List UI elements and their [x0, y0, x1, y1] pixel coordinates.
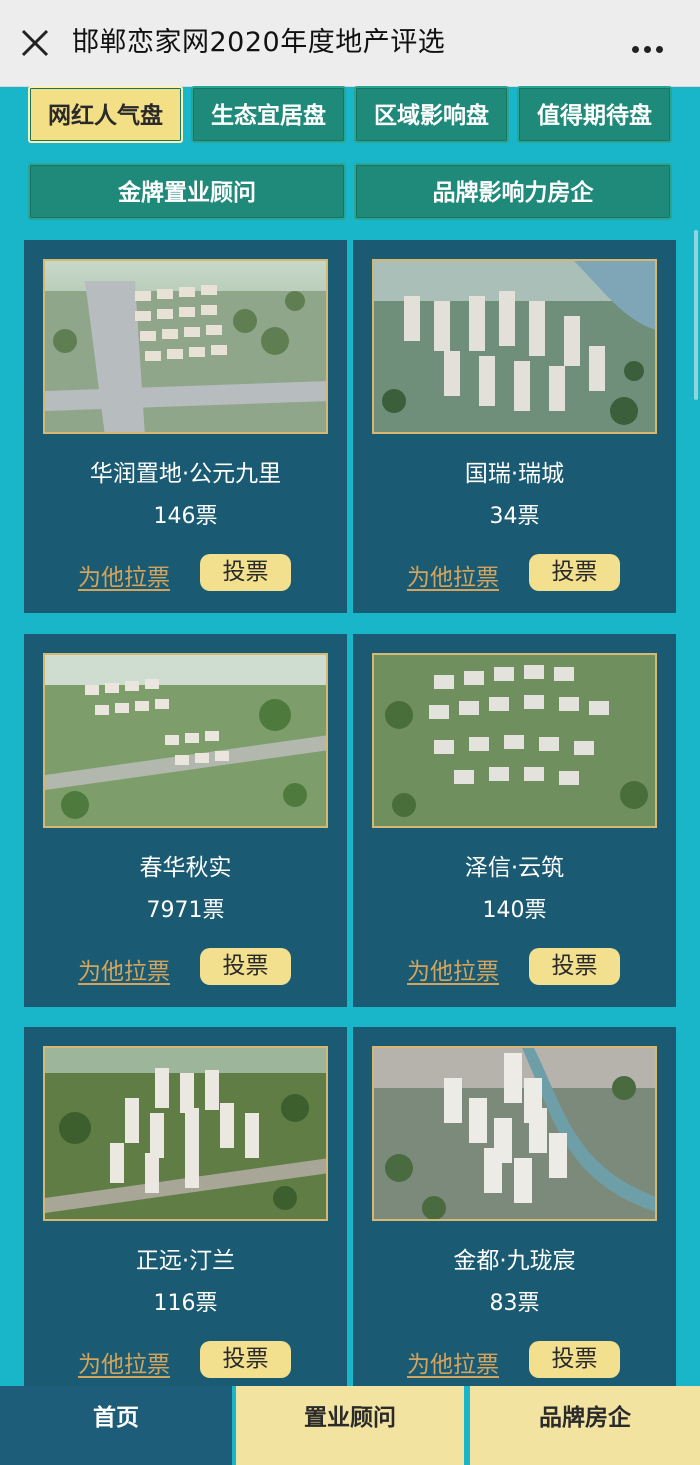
canvass-link[interactable]: 为他拉票 — [78, 1345, 170, 1379]
canvass-link[interactable]: 为他拉票 — [78, 558, 170, 592]
scrollbar[interactable] — [694, 230, 698, 400]
project-card: 华润置地·公元九里 146票 为他拉票 投票 — [24, 240, 347, 613]
project-photo — [43, 1046, 328, 1221]
project-card: 国瑞·瑞城 34票 为他拉票 投票 — [353, 240, 676, 613]
tab-internet-popular[interactable]: 网红人气盘 — [28, 86, 183, 143]
project-card: 金都·九珑宸 83票 为他拉票 投票 — [353, 1027, 676, 1386]
tab-gold-consultant[interactable]: 金牌置业顾问 — [28, 163, 346, 220]
more-options-icon[interactable] — [632, 38, 670, 53]
canvass-link[interactable]: 为他拉票 — [407, 952, 499, 986]
project-photo — [43, 259, 328, 434]
project-name: 正远·汀兰 — [135, 1248, 236, 1274]
main-content: 网红人气盘 生态宜居盘 区域影响盘 值得期待盘 金牌置业顾问 品牌影响力房企 华… — [0, 86, 700, 1386]
vote-count: 116票 — [153, 1291, 218, 1316]
project-card: 春华秋实 7971票 为他拉票 投票 — [24, 634, 347, 1007]
project-photo — [43, 653, 328, 828]
project-name: 华润置地·公元九里 — [89, 461, 282, 487]
tab-regional-influence[interactable]: 区域影响盘 — [354, 86, 509, 143]
project-photo — [372, 1046, 657, 1221]
canvass-link[interactable]: 为他拉票 — [407, 558, 499, 592]
vote-button[interactable]: 投票 — [200, 554, 291, 591]
project-photo — [372, 259, 657, 434]
vote-count: 7971票 — [146, 898, 225, 923]
nav-consultants[interactable]: 置业顾问 — [236, 1386, 464, 1465]
vote-button[interactable]: 投票 — [529, 948, 620, 985]
close-icon[interactable] — [18, 26, 52, 60]
vote-button[interactable]: 投票 — [200, 948, 291, 985]
project-name: 国瑞·瑞城 — [464, 461, 565, 487]
project-photo — [372, 653, 657, 828]
canvass-link[interactable]: 为他拉票 — [78, 952, 170, 986]
nav-brand-developers[interactable]: 品牌房企 — [470, 1386, 700, 1465]
nav-home[interactable]: 首页 — [0, 1386, 232, 1465]
vote-count: 140票 — [482, 898, 547, 923]
vote-button[interactable]: 投票 — [200, 1341, 291, 1378]
project-name: 金都·九珑宸 — [453, 1248, 576, 1274]
page-title: 邯郸恋家网2020年度地产评选 — [72, 27, 446, 58]
vote-count: 146票 — [153, 504, 218, 529]
project-card: 正远·汀兰 116票 为他拉票 投票 — [24, 1027, 347, 1386]
project-name: 春华秋实 — [139, 855, 232, 881]
tab-eco-living[interactable]: 生态宜居盘 — [191, 86, 346, 143]
tab-brand-developer[interactable]: 品牌影响力房企 — [354, 163, 672, 220]
vote-button[interactable]: 投票 — [529, 1341, 620, 1378]
canvass-link[interactable]: 为他拉票 — [407, 1345, 499, 1379]
project-name: 泽信·云筑 — [464, 855, 565, 881]
bottom-navigation: 首页 置业顾问 品牌房企 — [0, 1386, 700, 1465]
project-card: 泽信·云筑 140票 为他拉票 投票 — [353, 634, 676, 1007]
vote-count: 34票 — [489, 504, 540, 529]
tab-worth-anticipating[interactable]: 值得期待盘 — [517, 86, 672, 143]
vote-count: 83票 — [489, 1291, 540, 1316]
vote-button[interactable]: 投票 — [529, 554, 620, 591]
title-bar: 邯郸恋家网2020年度地产评选 — [0, 0, 700, 87]
